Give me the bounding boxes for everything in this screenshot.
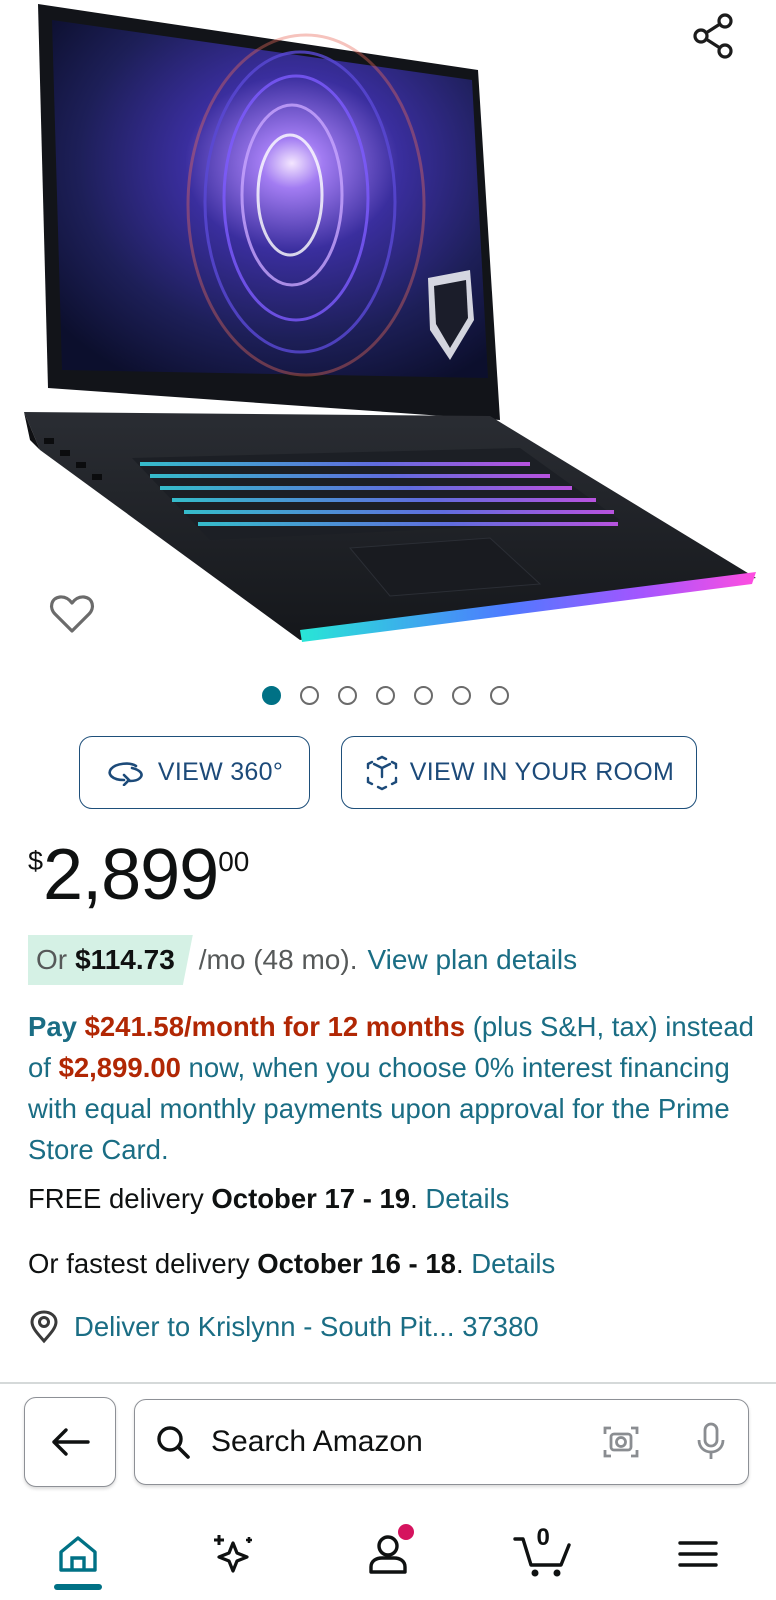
carousel-dot-2[interactable] bbox=[300, 686, 319, 705]
carousel-dot-7[interactable] bbox=[490, 686, 509, 705]
notification-dot bbox=[397, 1524, 414, 1540]
nav-home[interactable] bbox=[28, 1508, 128, 1600]
nav-account[interactable] bbox=[338, 1508, 438, 1600]
free-delivery-prefix: FREE delivery bbox=[28, 1183, 212, 1214]
carousel-dot-3[interactable] bbox=[338, 686, 357, 705]
carousel-dots[interactable] bbox=[262, 686, 509, 705]
camera-search-icon[interactable] bbox=[602, 1423, 640, 1461]
menu-icon bbox=[678, 1541, 719, 1567]
free-delivery-dates: October 17 - 19 bbox=[211, 1183, 411, 1214]
fastest-delivery-prefix: Or fastest delivery bbox=[28, 1248, 258, 1279]
deliver-to-text: Deliver to Krislynn - South Pit... 37380 bbox=[74, 1311, 539, 1342]
monthly-amount: $114.73 bbox=[75, 944, 175, 975]
sparkle-icon bbox=[213, 1535, 252, 1573]
free-delivery-dot: . bbox=[410, 1183, 426, 1214]
share-button[interactable] bbox=[690, 12, 738, 60]
carousel-dot-1[interactable] bbox=[262, 686, 281, 705]
wishlist-button[interactable] bbox=[46, 590, 98, 638]
deliver-to-location[interactable]: Deliver to Krislynn - South Pit... 37380 bbox=[28, 1310, 539, 1344]
fastest-delivery-dates: October 16 - 18 bbox=[257, 1248, 456, 1279]
view-in-your-room-label: VIEW IN YOUR ROOM bbox=[409, 758, 675, 786]
active-tab-indicator bbox=[53, 1584, 102, 1590]
free-delivery-details-link[interactable]: Details bbox=[425, 1183, 509, 1214]
home-icon bbox=[58, 1536, 97, 1572]
back-button[interactable] bbox=[24, 1397, 116, 1487]
monthly-badge: Or $114.73 bbox=[28, 935, 193, 985]
product-image[interactable] bbox=[0, 0, 776, 660]
carousel-dot-5[interactable] bbox=[414, 686, 433, 705]
bottom-navigation: 0 bbox=[0, 1508, 776, 1600]
financing-monthly-amount: $241.58/month for 12 months bbox=[84, 1011, 466, 1042]
fastest-delivery-row: Or fastest delivery October 16 - 18. Det… bbox=[28, 1248, 555, 1280]
search-input[interactable]: Search Amazon bbox=[211, 1425, 602, 1459]
monthly-payment-row: Or $114.73 /mo (48 mo). View plan detail… bbox=[28, 935, 577, 985]
nav-menu[interactable] bbox=[648, 1508, 748, 1600]
price-whole: 2,899 bbox=[43, 835, 219, 915]
carousel-dot-4[interactable] bbox=[376, 686, 395, 705]
location-pin-icon bbox=[30, 1310, 58, 1344]
view-360-label: VIEW 360° bbox=[157, 758, 284, 786]
share-icon bbox=[693, 13, 733, 59]
microphone-icon[interactable] bbox=[696, 1422, 726, 1462]
divider bbox=[0, 1382, 776, 1384]
price-fraction: 00 bbox=[218, 846, 250, 877]
fastest-delivery-dot: . bbox=[455, 1248, 472, 1279]
fastest-delivery-details-link[interactable]: Details bbox=[471, 1248, 555, 1279]
free-delivery-row: FREE delivery October 17 - 19. Details bbox=[28, 1183, 509, 1215]
product-price: $ 2,899 00 bbox=[28, 838, 249, 912]
search-bar[interactable]: Search Amazon bbox=[134, 1399, 749, 1485]
rotate-360-icon bbox=[108, 761, 143, 786]
monthly-terms: /mo (48 mo). bbox=[198, 944, 358, 975]
monthly-or: Or bbox=[36, 944, 68, 975]
financing-pay: Pay bbox=[28, 1011, 77, 1042]
financing-offer[interactable]: Pay $241.58/month for 12 months (plus S&… bbox=[28, 1006, 758, 1170]
ar-cube-icon bbox=[366, 755, 397, 790]
nav-rufus[interactable] bbox=[183, 1508, 283, 1600]
search-icon bbox=[155, 1424, 191, 1460]
nav-cart[interactable]: 0 bbox=[493, 1508, 593, 1600]
carousel-dot-6[interactable] bbox=[452, 686, 471, 705]
laptop-illustration bbox=[24, 4, 756, 642]
cart-count: 0 bbox=[536, 1524, 550, 1551]
view-plan-details-link[interactable]: View plan details bbox=[367, 944, 577, 976]
heart-icon bbox=[49, 595, 95, 633]
view-in-your-room-button[interactable]: VIEW IN YOUR ROOM bbox=[341, 736, 697, 809]
view-360-button[interactable]: VIEW 360° bbox=[79, 736, 310, 809]
arrow-left-icon bbox=[52, 1428, 90, 1456]
financing-full-price: $2,899.00 bbox=[58, 1052, 181, 1083]
price-symbol: $ bbox=[28, 846, 44, 876]
